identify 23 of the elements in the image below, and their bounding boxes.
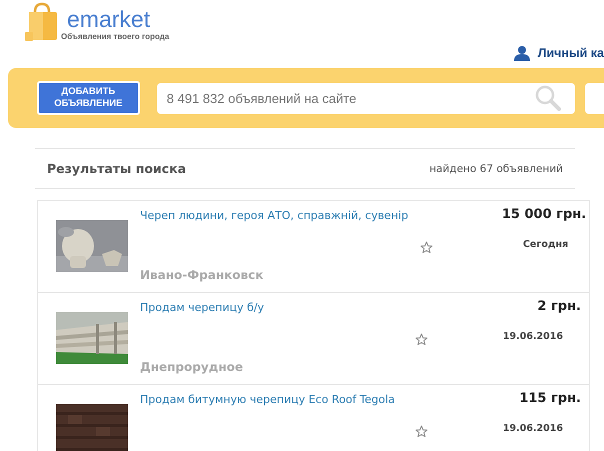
listing-date: 19.06.2016 xyxy=(502,423,563,434)
star-icon[interactable] xyxy=(415,333,428,346)
listing-price: 2 грн. xyxy=(537,299,581,314)
listing-date: 19.06.2016 xyxy=(502,331,563,342)
user-icon xyxy=(514,45,530,61)
star-icon[interactable] xyxy=(415,425,428,438)
listing-location: Днепрорудное xyxy=(140,360,244,374)
listing-title[interactable]: Продам битумную черепицу Eco Roof Tegola xyxy=(140,393,403,406)
add-listing-button[interactable]: ДОБАВИТЬ ОБЪЯВЛЕНИЕ xyxy=(37,81,140,115)
search-field[interactable]: 8 491 832 объявлений на сайте xyxy=(156,82,575,114)
results-title: Результаты поиска xyxy=(47,161,186,176)
star-icon[interactable] xyxy=(420,241,434,254)
listing-location: Ивано-Франковск xyxy=(140,268,264,282)
listing-title[interactable]: Череп людини, героя АТО, справжній, сувенір xyxy=(140,209,408,222)
listing-price: 15 000 грн. xyxy=(502,207,586,222)
logo-text: emarket xyxy=(66,6,152,32)
logo-tagline: Объявления твоего города xyxy=(61,32,170,41)
shopping-bag-icon xyxy=(25,2,59,42)
listing-price: 115 грн. xyxy=(519,391,581,406)
listing-title[interactable]: Продам черепицу б/у xyxy=(140,301,403,314)
results-count: найдено 67 объявлений xyxy=(429,162,563,174)
listing-date: Сегодня xyxy=(522,239,568,250)
account-link[interactable]: Личный ка xyxy=(538,46,604,60)
